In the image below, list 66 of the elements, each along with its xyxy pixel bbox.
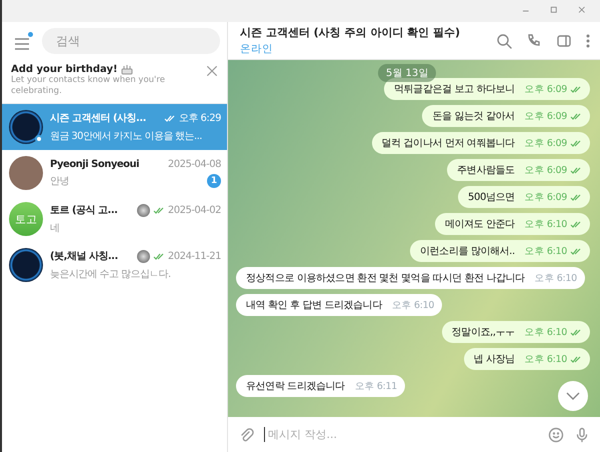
message-time: 오후 6:10 [392, 299, 434, 312]
message-time: 오후 6:09 [524, 164, 567, 177]
chevron-down-icon [566, 392, 580, 400]
avatar: 토고 [9, 202, 43, 236]
message-text: 돈을 잃는것 같아서 [432, 110, 515, 123]
chat-name: (봇,채널 사칭... [50, 250, 119, 263]
chat-status: 온라인 [240, 42, 274, 56]
microphone-icon[interactable] [574, 426, 590, 442]
message-time: 오후 6:09 [524, 137, 567, 150]
banner-text: Let your contacts know when you're celebrating. [11, 75, 166, 97]
chat-preview: 안녕 [50, 174, 70, 188]
close-icon[interactable] [205, 64, 219, 78]
chat-time: 2025-04-02 [168, 204, 221, 216]
search-icon[interactable] [496, 32, 512, 48]
double-check-icon [570, 194, 582, 201]
double-check-icon [570, 113, 582, 120]
chat-time: 2024-11-21 [168, 250, 221, 262]
double-check-icon [570, 221, 582, 228]
double-check-icon [570, 86, 582, 93]
message-time: 오후 6:09 [524, 83, 567, 96]
message-text: 덜컥 겁이나서 먼저 여쭤봅니다 [382, 137, 515, 150]
message-time: 오후 6:10 [534, 272, 577, 285]
chat-title: 시즌 고객센터 (사칭 주의 아이디 확인 필수) [240, 25, 462, 40]
cake-icon [120, 64, 133, 75]
unread-count: 1 [207, 174, 221, 188]
message-time: 오후 6:10 [524, 245, 567, 258]
message-text: 정상적으로 이용하셨으면 환전 몇천 몇억을 따시던 환전 나갑니다 [246, 272, 525, 285]
banner-title: Add your birthday! [11, 64, 118, 75]
message-time: 오후 6:11 [354, 380, 398, 393]
scroll-down-button[interactable] [558, 381, 588, 411]
message-time: 오후 6:10 [524, 326, 567, 339]
chat-name: Pyeonji Sonyeoui [50, 158, 140, 170]
message-text: 주변사람들도 [457, 164, 515, 177]
emoji-icon[interactable] [548, 426, 564, 442]
message-time: 오후 6:09 [524, 191, 567, 204]
more-icon[interactable] [586, 34, 590, 48]
chat-preview: 원금 30안에서 카지노 이용을 했는... [50, 130, 203, 143]
chat-time: 오후 6:29 [178, 112, 221, 125]
message-text: 넵 사장님 [474, 353, 515, 366]
message-text: 정말이죠,,ㅜㅜ [452, 326, 515, 339]
message-time: 오후 6:10 [524, 218, 567, 231]
message-text: 내역 확인 후 답변 드리겠습니다 [246, 299, 382, 312]
chat-name: 토르 (공식 고... [50, 204, 118, 217]
message-text: 이런소리를 많이해서.. [420, 245, 515, 258]
double-check-icon [164, 114, 176, 122]
side-panel-icon[interactable] [556, 32, 572, 48]
menu-icon[interactable] [14, 35, 30, 47]
search-field[interactable]: 검색 [42, 28, 220, 54]
chat-name: 시즌 고객센터 (사칭... [50, 112, 147, 125]
double-check-icon [570, 167, 582, 174]
message-text: 유선연락 드리겠습니다 [246, 380, 345, 393]
chat-time: 2025-04-08 [168, 158, 221, 170]
double-check-icon [570, 140, 582, 147]
double-check-icon [570, 356, 582, 363]
message-text: 500넘으면 [468, 191, 515, 204]
double-check-icon [570, 329, 582, 336]
message-text: 메이져도 안준다 [444, 218, 515, 231]
phone-icon[interactable] [526, 32, 542, 48]
message-time: 오후 6:09 [524, 110, 567, 123]
chat-preview: 늦은시간에 수고 많으십ㄴ다. [50, 268, 172, 281]
double-check-icon [152, 206, 165, 214]
message-text: 먹튀글같은걸 보고 하다보니 [394, 83, 515, 96]
chat-preview: 네 [50, 222, 60, 235]
message-time: 오후 6:10 [524, 353, 567, 366]
double-check-icon [152, 252, 165, 260]
double-check-icon [570, 248, 582, 255]
